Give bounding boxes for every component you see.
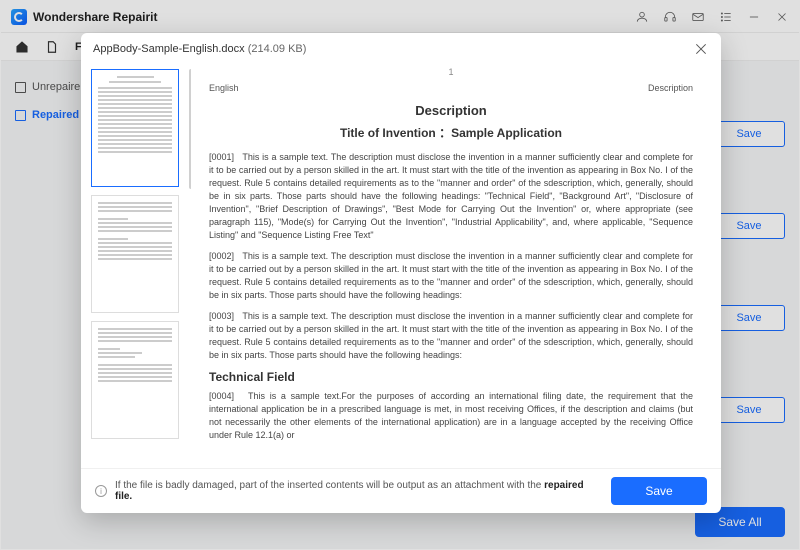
header-left: English [209, 83, 239, 93]
doc-heading-1: Description [209, 103, 693, 118]
document-viewport[interactable]: 1 English Description Description Title … [191, 65, 711, 468]
page-thumbnail[interactable] [91, 69, 179, 187]
doc-paragraph: [0001] This is a sample text. The descri… [209, 151, 693, 242]
close-icon[interactable] [693, 41, 709, 57]
preview-modal: AppBody-Sample-English.docx (214.09 KB) [81, 33, 721, 513]
header-right: Description [648, 83, 693, 93]
doc-heading-3: Technical Field [209, 370, 693, 384]
modal-footer: i If the file is badly damaged, part of … [81, 468, 721, 513]
page-number: 1 [209, 67, 693, 77]
info-icon: i [95, 485, 107, 497]
footer-message: If the file is badly damaged, part of th… [115, 480, 603, 502]
doc-paragraph: [0004] This is a sample text.For the pur… [209, 390, 693, 442]
save-button[interactable]: Save [611, 477, 707, 505]
doc-heading-2: Title of Invention ：Sample Application [209, 124, 693, 141]
page-thumbnail[interactable] [91, 195, 179, 313]
thumbnail-strip [87, 65, 191, 468]
doc-paragraph: [0002] This is a sample text. The descri… [209, 250, 693, 302]
page-thumbnail[interactable] [91, 321, 179, 439]
modal-header: AppBody-Sample-English.docx (214.09 KB) [81, 33, 721, 65]
doc-paragraph: [0003] This is a sample text. The descri… [209, 310, 693, 362]
modal-filename: AppBody-Sample-English.docx [93, 43, 245, 55]
modal-filesize: (214.09 KB) [248, 43, 307, 55]
